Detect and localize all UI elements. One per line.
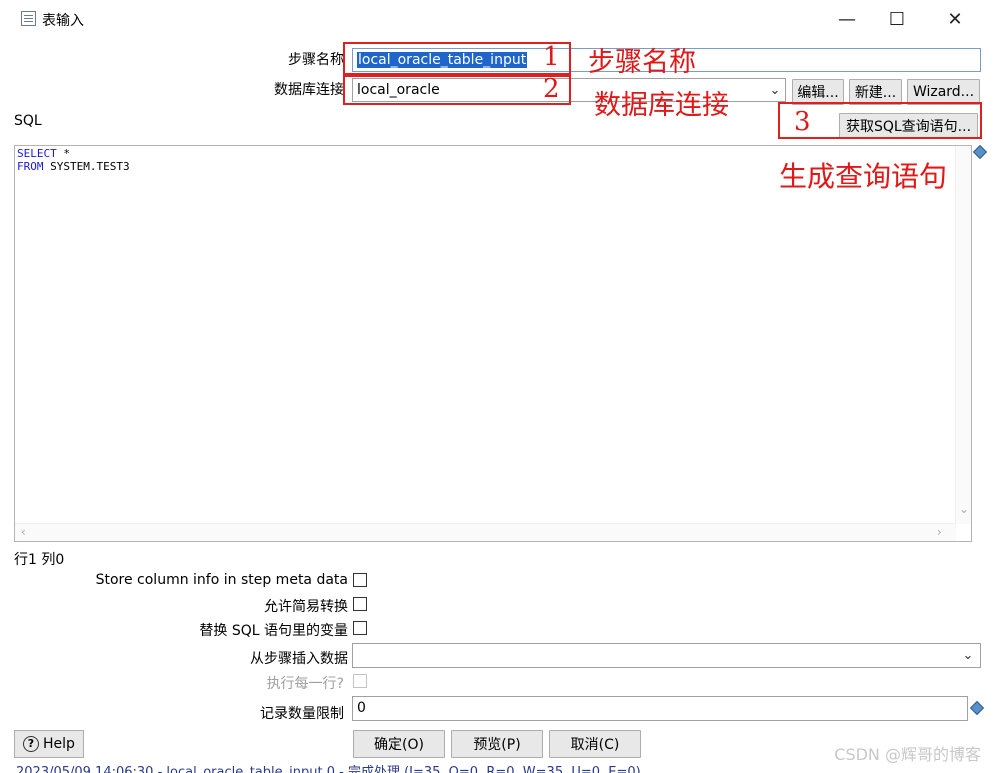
lazy-conversion-label: 允许简易转换 (264, 599, 348, 615)
annotation-number-3: 3 (794, 107, 811, 137)
preview-button[interactable]: 预览(P) (451, 730, 543, 758)
chevron-down-icon[interactable]: ⌄ (957, 643, 979, 667)
annotation-text-2: 数据库连接 (594, 90, 729, 121)
sql-editor[interactable]: SELECT * FROM SYSTEM.TEST3 ⌄ ‹ › (14, 145, 972, 542)
limit-label: 记录数量限制 (260, 706, 344, 722)
scroll-right-icon[interactable]: › (937, 525, 942, 539)
window-title: 表输入 (42, 13, 84, 29)
log-line: 2023/05/09 14:06:30 - local_oracle_table… (16, 765, 641, 773)
help-button[interactable]: ? Help (14, 730, 84, 758)
log-strip: 2023/05/09 14:06:30 - local_oracle_table… (0, 765, 995, 773)
store-column-info-label: Store column info in step meta data (95, 572, 348, 588)
scroll-down-icon[interactable]: ⌄ (959, 502, 969, 516)
limit-input[interactable]: 0 (352, 696, 968, 721)
variable-diamond-icon (969, 700, 985, 716)
connection-label: 数据库连接 (274, 82, 344, 98)
horizontal-scrollbar[interactable]: ‹ › (15, 523, 956, 541)
insert-from-step-label: 从步骤插入数据 (250, 651, 348, 667)
cursor-position: 行1 列0 (14, 552, 65, 568)
chevron-down-icon[interactable]: ⌄ (764, 78, 786, 102)
variable-diamond-icon (972, 144, 988, 160)
annotation-text-1: 步骤名称 (588, 47, 696, 78)
table-input-icon (21, 11, 36, 26)
scroll-left-icon[interactable]: ‹ (21, 525, 26, 539)
insert-from-step-select[interactable] (352, 643, 981, 668)
annotation-number-1: 1 (543, 42, 560, 72)
execute-each-row-checkbox (353, 674, 367, 688)
replace-variables-label: 替换 SQL 语句里的变量 (199, 623, 348, 639)
replace-variables-checkbox[interactable] (353, 621, 367, 635)
question-circle-icon: ? (23, 736, 39, 752)
title-bar: 表输入 — ☐ ✕ (0, 0, 995, 38)
sql-label: SQL (14, 113, 42, 129)
annotation-box-2 (343, 75, 571, 105)
store-column-info-checkbox[interactable] (353, 573, 367, 587)
step-name-label: 步骤名称 (288, 52, 344, 68)
execute-each-row-label: 执行每一行? (266, 676, 344, 692)
annotation-number-2: 2 (543, 74, 560, 104)
close-button[interactable]: ✕ (935, 4, 975, 34)
watermark: CSDN @辉哥的博客 (834, 745, 981, 764)
cancel-button[interactable]: 取消(C) (549, 730, 641, 758)
annotation-box-1 (343, 42, 571, 75)
maximize-button[interactable]: ☐ (877, 4, 917, 34)
lazy-conversion-checkbox[interactable] (353, 597, 367, 611)
annotation-text-3: 生成查询语句 (779, 160, 948, 193)
ok-button[interactable]: 确定(O) (353, 730, 445, 758)
minimize-button[interactable]: — (827, 4, 867, 34)
vertical-scrollbar[interactable]: ⌄ (955, 146, 971, 524)
